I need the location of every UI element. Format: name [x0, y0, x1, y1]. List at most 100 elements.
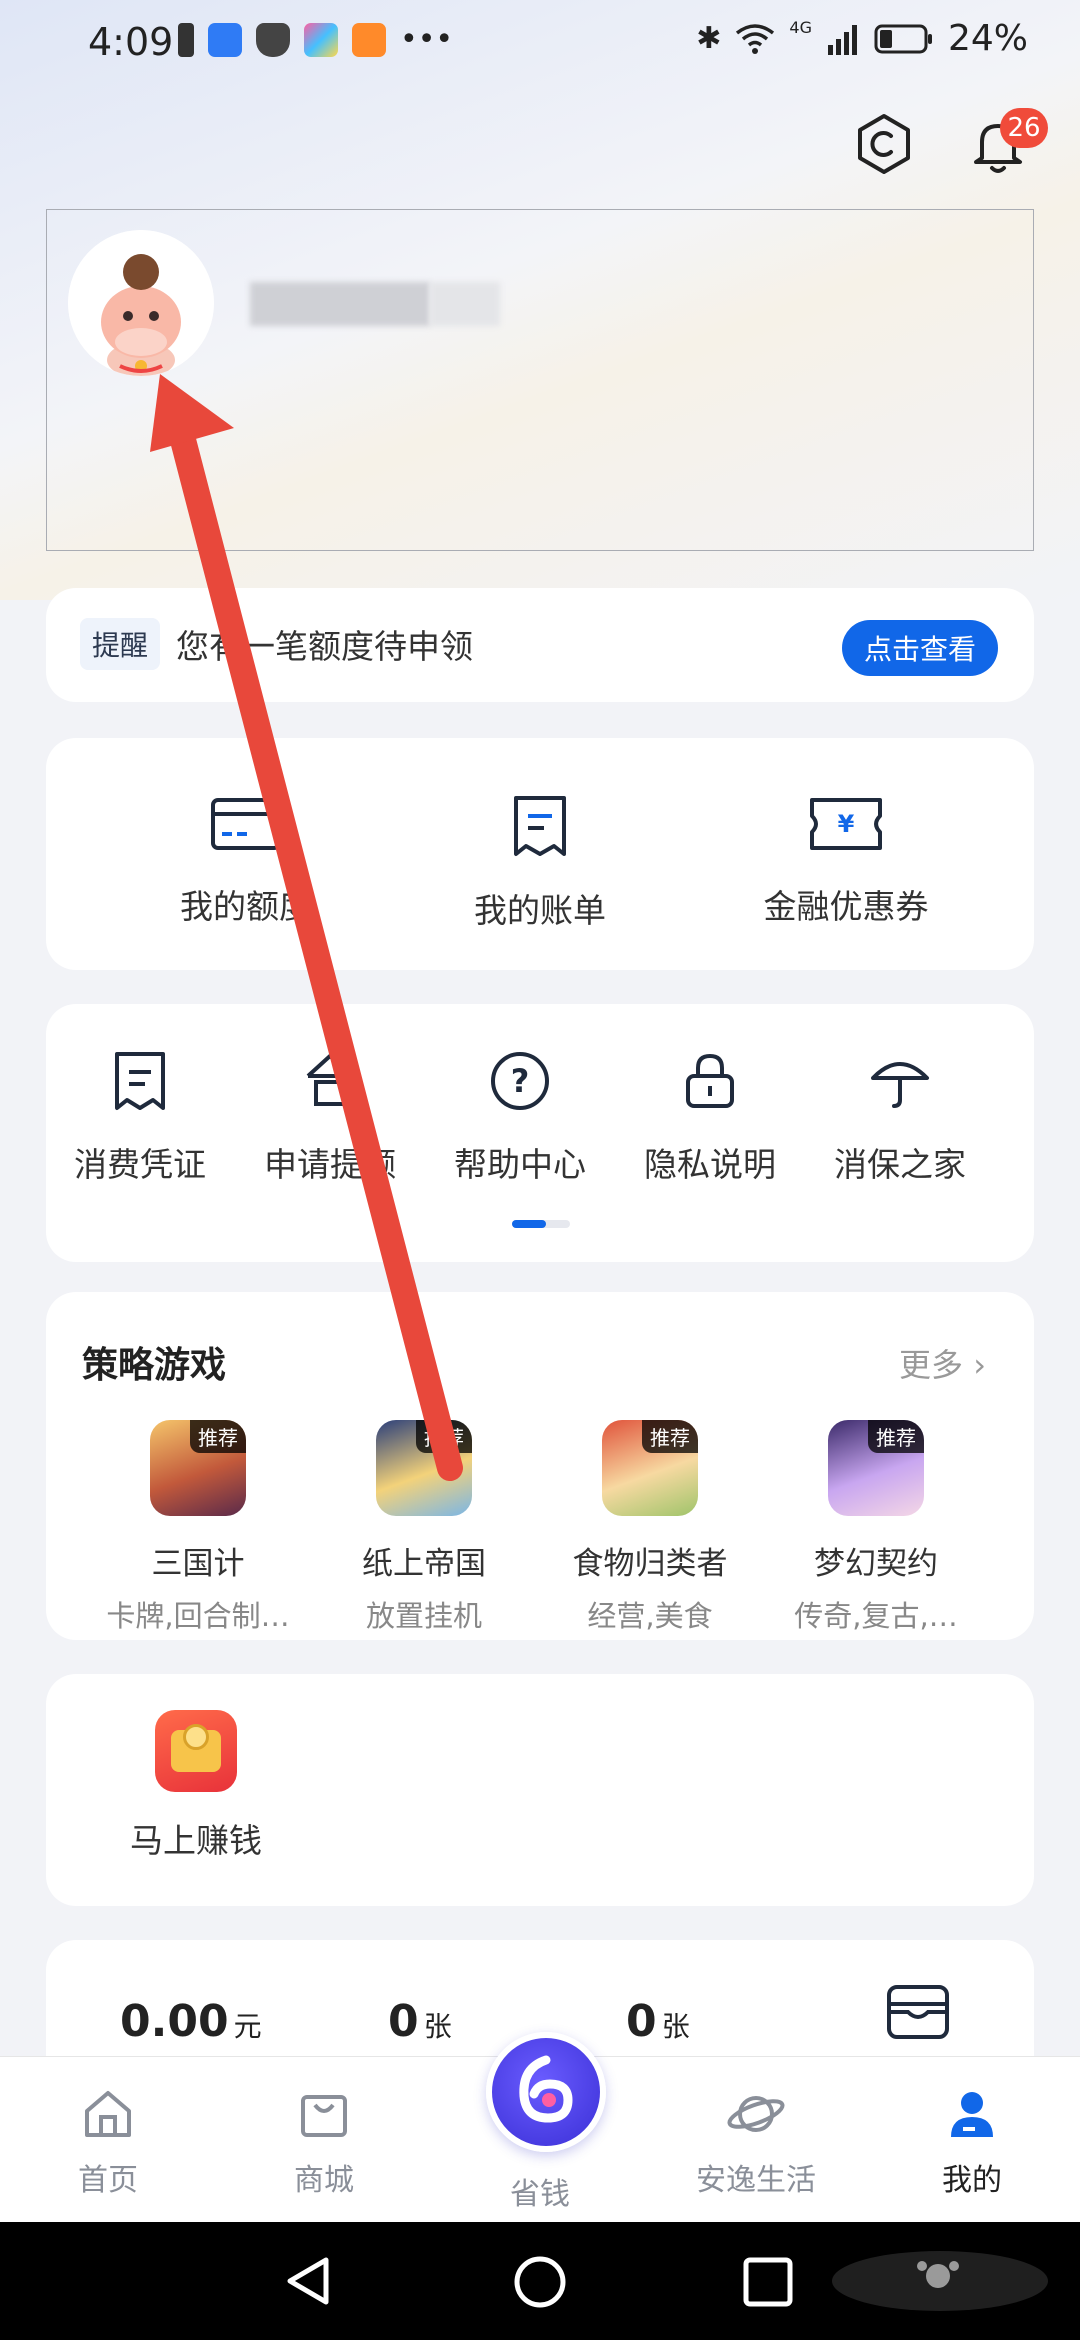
page-indicator	[512, 1220, 570, 1228]
avatar[interactable]	[68, 230, 214, 376]
quick-menu-label: 我的账单	[474, 891, 606, 930]
tab-mall[interactable]: 商城	[224, 2087, 424, 2199]
status-time: 4:09	[88, 20, 174, 64]
card-icon	[211, 798, 281, 850]
wifi-icon	[736, 23, 775, 54]
game-item[interactable]: 推荐 梦幻契约 传奇,复古,…	[766, 1420, 986, 1635]
wallet-icon[interactable]	[886, 1984, 950, 2040]
coupon-icon: ¥	[810, 798, 882, 850]
card-count: 0	[626, 1996, 657, 2047]
umbrella-icon	[871, 1062, 929, 1108]
balance-item[interactable]: 0.00 元	[120, 1996, 262, 2047]
recommend-tag: 推荐	[190, 1420, 246, 1453]
recommend-tag: 推荐	[416, 1420, 472, 1453]
game-desc: 放置挂机	[365, 1599, 482, 1633]
bluetooth-icon: ✱	[696, 21, 722, 56]
remind-bar[interactable]: 提醒 您有一笔额度待申领 点击查看	[46, 588, 1034, 702]
tab-label: 省钱	[510, 2177, 570, 2212]
app-notification-icon	[208, 22, 242, 57]
services-card: 消费凭证 申请提额 ? 帮助中心 隐私说明 消保之家	[46, 1004, 1034, 1262]
my-credit-item[interactable]: 我的额度	[136, 794, 356, 928]
game-name: 食物归类者	[572, 1546, 728, 1582]
section-title: 策略游戏	[82, 1345, 227, 1386]
my-bill-item[interactable]: 我的账单	[430, 794, 650, 932]
lock-icon	[686, 1053, 734, 1108]
consumption-voucher-item[interactable]: 消费凭证	[60, 1050, 220, 1186]
earn-money-item[interactable]: 马上赚钱	[106, 1710, 286, 1862]
coupon-item[interactable]: ¥ 金融优惠券	[726, 794, 966, 928]
quick-menu-card: 我的额度 我的账单 ¥ 金融优惠券	[46, 738, 1034, 970]
baidu-watermark-icon	[830, 2246, 1050, 2316]
receipt-icon	[115, 1052, 165, 1110]
card-count-unit: 张	[661, 2010, 690, 2043]
service-label: 隐私说明	[644, 1145, 776, 1184]
video-app-icon	[352, 22, 386, 57]
game-name: 纸上帝国	[362, 1546, 486, 1582]
game-desc: 卡牌,回合制…	[106, 1599, 290, 1633]
coupon-count: 0	[388, 1996, 419, 2047]
game-icon: 推荐	[828, 1420, 924, 1516]
planet-icon	[727, 2096, 785, 2132]
game-name: 三国计	[151, 1546, 245, 1582]
game-icon: 推荐	[376, 1420, 472, 1516]
service-label: 申请提额	[264, 1145, 396, 1184]
network-type: 4G	[789, 18, 812, 37]
more-label: 更多	[899, 1346, 964, 1384]
earn-card: 马上赚钱	[46, 1674, 1034, 1906]
bag-icon	[301, 2095, 347, 2137]
status-bar: 4:09 ••• ✱ 4G 24%	[0, 0, 1080, 84]
battery-level: 24%	[947, 18, 1028, 59]
more-link[interactable]: 更多 ›	[899, 1340, 986, 1386]
quick-menu-label: 金融优惠券	[763, 887, 929, 926]
game-item[interactable]: 推荐 纸上帝国 放置挂机	[314, 1420, 534, 1635]
home-icon	[85, 2091, 131, 2137]
save-money-logo	[519, 2055, 573, 2123]
tab-life[interactable]: 安逸生活	[656, 2087, 856, 2199]
home-circle-icon[interactable]	[512, 2254, 568, 2310]
quick-menu-label: 我的额度	[180, 887, 312, 926]
tab-mine[interactable]: 我的	[872, 2087, 1072, 2199]
coupon-count-unit: 张	[423, 2010, 452, 2043]
question-icon: ?	[491, 1052, 549, 1110]
apply-increase-item[interactable]: 申请提额	[250, 1050, 410, 1186]
card-count-item[interactable]: 0 张	[626, 1996, 690, 2047]
strategy-games-card: 策略游戏 更多 › 推荐 三国计 卡牌,回合制… 推荐 纸上帝国 放置挂机 推荐…	[46, 1292, 1034, 1640]
game-desc: 经营,美食	[587, 1599, 713, 1633]
tab-home[interactable]: 首页	[8, 2087, 208, 2199]
help-center-item[interactable]: ? 帮助中心	[440, 1050, 600, 1186]
battery-icon	[874, 24, 932, 53]
tab-label: 安逸生活	[696, 2163, 816, 2198]
consumer-protection-item[interactable]: 消保之家	[820, 1050, 980, 1186]
recents-icon[interactable]	[742, 2256, 794, 2308]
save-money-icon[interactable]	[486, 2032, 606, 2152]
more-notifications-icon: •••	[400, 22, 454, 57]
tab-label: 商城	[294, 2163, 354, 2198]
coupon-count-item[interactable]: 0 张	[388, 1996, 452, 2047]
user-icon	[951, 2092, 993, 2137]
game-name: 梦幻契约	[814, 1546, 938, 1582]
view-now-button[interactable]: 点击查看	[841, 620, 998, 676]
game-item[interactable]: 推荐 三国计 卡牌,回合制…	[88, 1420, 308, 1635]
remind-tag: 提醒	[80, 618, 161, 670]
tab-save-money[interactable]: 省钱	[440, 2169, 640, 2213]
masked-username	[250, 282, 430, 326]
privacy-item[interactable]: 隐私说明	[630, 1050, 790, 1186]
status-right: ✱ 4G 24%	[696, 18, 1028, 59]
mascot-avatar-icon	[68, 230, 214, 376]
svg-text:¥: ¥	[838, 810, 855, 838]
upgrade-icon	[306, 1054, 354, 1106]
settings-hexagon-icon[interactable]	[852, 112, 916, 176]
game-icon: 推荐	[602, 1420, 698, 1516]
service-label: 消费凭证	[74, 1145, 206, 1184]
balance-amount: 0.00	[120, 1996, 229, 2047]
game-item[interactable]: 推荐 食物归类者 经营,美食	[540, 1420, 760, 1635]
masked-username	[430, 282, 500, 326]
signal-icon	[827, 24, 857, 55]
back-icon[interactable]	[282, 2254, 336, 2308]
balance-unit: 元	[233, 2010, 262, 2043]
system-navigation-bar	[0, 2222, 1080, 2340]
service-label: 帮助中心	[454, 1145, 586, 1184]
tab-label: 我的	[942, 2163, 1002, 2198]
coin-chest-icon	[155, 1710, 237, 1792]
chevron-right-icon: ›	[973, 1346, 986, 1384]
